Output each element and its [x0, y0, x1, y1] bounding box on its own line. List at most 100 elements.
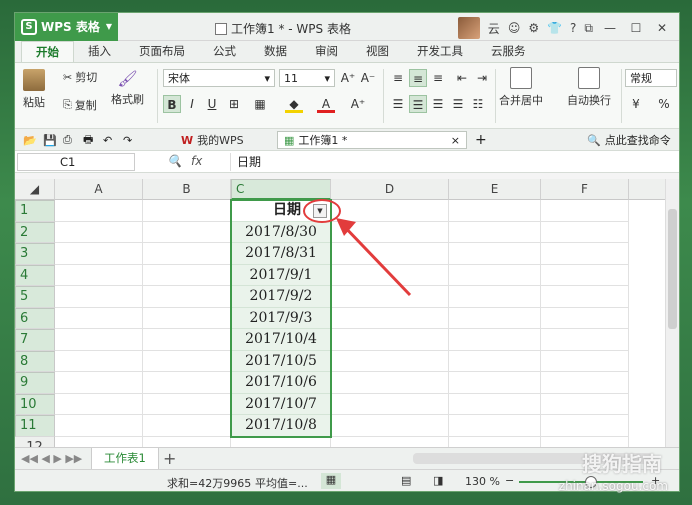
row-header[interactable]: 7: [15, 329, 55, 351]
grid-cell[interactable]: [541, 286, 629, 308]
tab-insert[interactable]: 插入: [74, 41, 125, 62]
zoom-level[interactable]: 130 %: [465, 475, 500, 488]
close-icon[interactable]: ✕: [653, 21, 671, 35]
tab-home[interactable]: 开始: [21, 41, 74, 62]
workbook-tab[interactable]: ▦ 工作簿1 * ×: [277, 131, 467, 149]
grid-cell[interactable]: [143, 350, 231, 372]
row-header[interactable]: 8: [15, 350, 55, 372]
number-format-select[interactable]: 常规: [625, 69, 677, 87]
grid-cell[interactable]: [331, 286, 449, 308]
grid-cell[interactable]: [449, 329, 541, 351]
copy-button[interactable]: ⎘ 复制: [63, 97, 97, 113]
add-sheet-icon[interactable]: +: [163, 449, 176, 468]
grid-cell[interactable]: [541, 329, 629, 351]
indent-decrease-icon[interactable]: ⇤: [453, 69, 471, 87]
grid-cell[interactable]: [331, 350, 449, 372]
align-center-icon[interactable]: ☰: [409, 95, 427, 113]
normal-view-icon[interactable]: ▦: [321, 473, 341, 489]
zoom-icon[interactable]: 🔍: [167, 154, 182, 168]
grid-cell[interactable]: [331, 372, 449, 394]
format-painter-button[interactable]: 🖌 格式刷: [111, 69, 144, 107]
grid-cell[interactable]: [449, 221, 541, 243]
font-shrink-icon[interactable]: A⁻: [359, 69, 377, 87]
select-all-corner[interactable]: ◢: [15, 179, 55, 200]
restore-icon[interactable]: ⧉: [584, 21, 593, 36]
align-middle-icon[interactable]: ≡: [409, 69, 427, 87]
grid-cell[interactable]: [541, 415, 629, 437]
grid-cell[interactable]: [55, 329, 143, 351]
grid-cell[interactable]: [331, 329, 449, 351]
scroll-thumb[interactable]: [668, 209, 677, 329]
text-effect-icon[interactable]: A⁺: [349, 95, 367, 113]
grid-cell[interactable]: [449, 307, 541, 329]
tab-page-layout[interactable]: 页面布局: [125, 41, 199, 62]
sheet-tab[interactable]: 工作表1: [91, 448, 159, 469]
tab-view[interactable]: 视图: [352, 41, 403, 62]
percent-icon[interactable]: %: [655, 95, 673, 113]
grid-cell[interactable]: [55, 286, 143, 308]
italic-button[interactable]: I: [183, 95, 201, 113]
page-break-view-icon[interactable]: ▤: [401, 474, 411, 487]
grid-cell[interactable]: [331, 221, 449, 243]
grid-cell[interactable]: [143, 415, 231, 437]
currency-icon[interactable]: ¥: [627, 95, 645, 113]
grid-cell[interactable]: [55, 264, 143, 286]
grid-cell[interactable]: [541, 393, 629, 415]
row-header[interactable]: 10: [15, 393, 55, 415]
column-header-f[interactable]: F: [541, 179, 629, 200]
column-header-e[interactable]: E: [449, 179, 541, 200]
column-header-a[interactable]: A: [55, 179, 143, 200]
zoom-out-icon[interactable]: −: [505, 474, 514, 487]
grid-cell[interactable]: [331, 200, 449, 222]
name-box[interactable]: C1: [17, 153, 135, 171]
paste-button[interactable]: 粘贴: [23, 69, 45, 110]
row-header[interactable]: 1: [15, 200, 55, 222]
grid-cell[interactable]: [143, 372, 231, 394]
grid-cell[interactable]: [541, 307, 629, 329]
grid-cell[interactable]: [449, 372, 541, 394]
redo-icon[interactable]: ↷: [117, 131, 138, 149]
grid-cell[interactable]: [449, 436, 541, 447]
fx-icon[interactable]: fx: [191, 154, 202, 168]
fill-pattern-icon[interactable]: ▦: [251, 95, 269, 113]
user-name[interactable]: 云: [488, 20, 500, 37]
grid-cell[interactable]: [541, 372, 629, 394]
grid-cell[interactable]: [449, 200, 541, 222]
grid-cell[interactable]: [331, 393, 449, 415]
skin-icon[interactable]: ☺: [508, 21, 521, 35]
align-left-icon[interactable]: ☰: [389, 95, 407, 113]
grid-cell[interactable]: [541, 436, 629, 447]
grid-cell[interactable]: [449, 286, 541, 308]
tab-developer[interactable]: 开发工具: [403, 41, 477, 62]
sheet-nav-icon[interactable]: ◀◀ ◀ ▶ ▶▶: [21, 452, 82, 465]
grid-cell[interactable]: [331, 243, 449, 265]
avatar[interactable]: [457, 17, 480, 39]
grid-cell[interactable]: [331, 307, 449, 329]
grid-cell[interactable]: [55, 436, 143, 447]
tab-review[interactable]: 审阅: [301, 41, 352, 62]
row-header[interactable]: 5: [15, 286, 55, 308]
spreadsheet-grid[interactable]: ◢ A B C D E F 1 2 3 4 5 6 7 8 9 10 11 12 日期 2017/8/30 2017/8…: [15, 179, 667, 447]
row-header[interactable]: 9: [15, 372, 55, 394]
font-grow-icon[interactable]: A⁺: [339, 69, 357, 87]
wrap-text-button[interactable]: 自动换行: [567, 67, 611, 108]
row-header[interactable]: 4: [15, 264, 55, 286]
grid-cell[interactable]: [143, 200, 231, 222]
justify-icon[interactable]: ☰: [449, 95, 467, 113]
vertical-scrollbar[interactable]: [665, 179, 679, 447]
tab-formula[interactable]: 公式: [199, 41, 250, 62]
shirt-icon[interactable]: 👕: [547, 21, 562, 35]
my-wps-tab[interactable]: W 我的WPS: [175, 131, 250, 149]
new-tab-icon[interactable]: +: [469, 131, 493, 149]
grid-cell[interactable]: [143, 436, 231, 447]
grid-cell[interactable]: [541, 200, 629, 222]
row-header[interactable]: 6: [15, 307, 55, 329]
grid-cell[interactable]: [331, 415, 449, 437]
grid-cell[interactable]: [143, 286, 231, 308]
grid-cell[interactable]: [55, 200, 143, 222]
grid-cell[interactable]: [331, 264, 449, 286]
grid-cell[interactable]: [449, 415, 541, 437]
bold-button[interactable]: B: [163, 95, 181, 113]
grid-cell[interactable]: [55, 372, 143, 394]
border-icon[interactable]: ⊞: [225, 95, 243, 113]
